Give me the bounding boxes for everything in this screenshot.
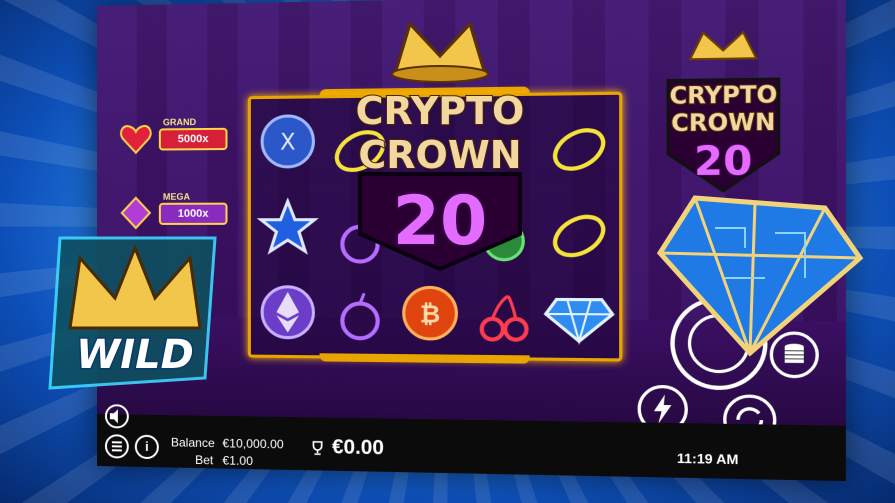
info-icon: i — [145, 439, 149, 454]
balance-label: Balance — [171, 435, 215, 450]
hamburger-icon — [107, 436, 127, 456]
logo-large-number: 20 — [393, 182, 488, 261]
cherry-icon — [472, 288, 536, 351]
game-logo-small: CRYPTO CROWN 20 — [657, 15, 790, 196]
svg-text:₿: ₿ — [420, 300, 441, 329]
star-icon — [257, 197, 319, 258]
diamond-card-icon — [119, 196, 153, 230]
crown-icon — [690, 32, 756, 59]
logo-small-number: 20 — [694, 138, 752, 185]
lemon-icon — [547, 205, 612, 268]
jackpot-grand-value: 5000x — [159, 128, 228, 151]
plum-icon — [329, 287, 391, 349]
bitcoin-coin-icon: ₿ — [399, 282, 462, 344]
promo-diamond-icon — [655, 188, 865, 358]
win-amount: €0.00 — [332, 436, 384, 460]
ethereum-coin-icon — [257, 282, 319, 343]
sound-button[interactable] — [105, 404, 129, 428]
info-button[interactable]: i — [135, 435, 159, 460]
jackpot-mega-value: 1000x — [159, 203, 228, 225]
trophy-icon — [309, 440, 326, 457]
balance-value: €10,000.00 — [222, 436, 283, 451]
heart-icon — [119, 121, 153, 155]
wild-symbol: WILD — [40, 228, 225, 398]
logo-small-line1: CRYPTO — [669, 82, 777, 110]
logo-large-line2: CROWN — [358, 133, 521, 177]
jackpot-mega: MEGA 1000x — [119, 191, 230, 232]
menu-button[interactable] — [105, 434, 129, 458]
bet-label: Bet — [195, 453, 213, 467]
ripple-coin-icon: X — [257, 111, 319, 173]
logo-small-line2: CROWN — [671, 110, 775, 137]
svg-text:X: X — [280, 130, 295, 156]
logo-large-line1: CRYPTO — [356, 89, 525, 133]
clock: 11:19 AM — [677, 450, 739, 467]
game-logo-large: CRYPTO CROWN 20 — [340, 4, 540, 272]
diamond-icon — [544, 285, 615, 348]
speaker-icon — [107, 406, 127, 426]
jackpot-mega-label: MEGA — [163, 192, 190, 202]
lemon-icon — [547, 118, 612, 181]
jackpot-grand: GRAND 5000x — [119, 117, 230, 158]
bet-value: €1.00 — [222, 453, 253, 468]
wild-label: WILD — [76, 332, 194, 378]
jackpot-grand-label: GRAND — [163, 117, 196, 127]
